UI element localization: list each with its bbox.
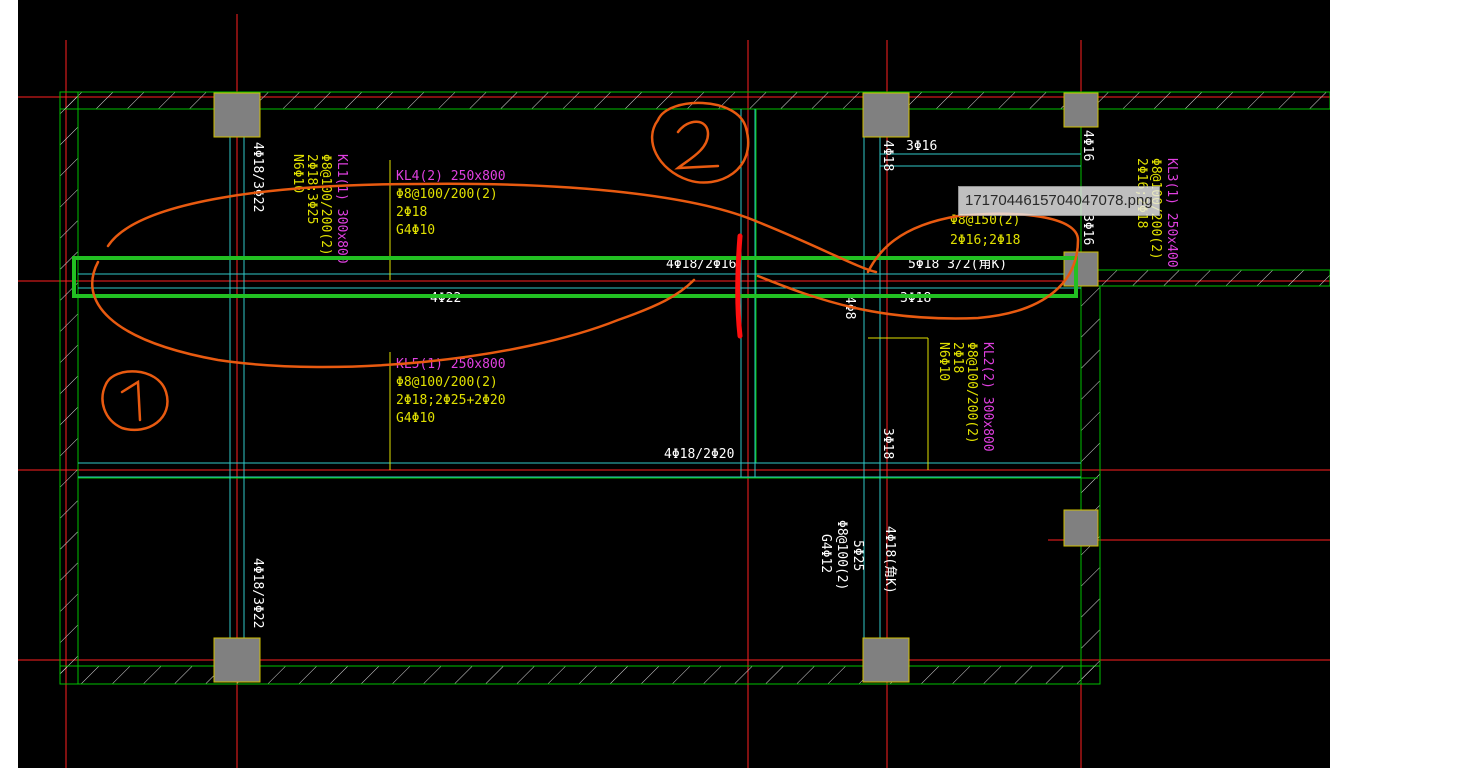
bottom-vert: 4Φ18(角K) [882,526,897,594]
kl2-name: KL2(2) 300x800 [980,342,995,452]
filename-tooltip: 1717044615704047078.png [958,186,1160,216]
column [213,637,261,683]
column [862,637,910,683]
kl5-stirrup: Φ8@100/200(2) [396,375,498,390]
lower-beam-bottom: 4Φ18/2Φ20 [664,447,734,462]
kl1-top: 2Φ18;3Φ25 [304,154,319,224]
kl4-top: 2Φ18 [396,205,427,220]
structural-plan-drawing: KL4(2) 250x800 Φ8@100/200(2) 2Φ18 G4Φ10 … [18,14,1330,768]
kl1-stirrup: Φ8@100/200(2) [318,154,333,256]
red-cut-mark [735,233,743,339]
beam-lines [78,109,1081,666]
bottom-beam-side: G4Φ12 [818,534,833,573]
kl1-name: KL1(1) 300x800 [334,154,349,264]
markup-digit-two [674,120,720,170]
kl2-stirrup: Φ8@100/200(2) [964,342,979,444]
column [213,92,261,138]
right-vert-top: 4Φ16 [1080,130,1095,161]
column [1063,92,1099,128]
markup-digit-one [120,379,142,422]
column [862,92,910,138]
bottom-beam-stirrup: Φ8@100(2) [834,520,849,590]
inner-green-lines [78,108,1098,479]
markup-circle-one [101,370,169,432]
axis-lines-horizontal [18,96,1330,661]
kl2-top: 2Φ18 [950,342,965,373]
beam-annotations: KL4(2) 250x800 Φ8@100/200(2) 2Φ18 G4Φ10 … [396,139,1020,462]
cad-drawing-canvas[interactable]: KL4(2) 250x800 Φ8@100/200(2) 2Φ18 G4Φ10 … [18,0,1330,768]
kl4-stirrup: Φ8@100/200(2) [396,187,498,202]
right-beam-bottom: 3Φ18 [900,291,931,306]
col-mid-lower: 3Φ18 [880,428,895,459]
bottom-beam-name: 5Φ25 [850,540,865,571]
l-top: 2Φ16;2Φ18 [950,233,1020,248]
kl5-side: G4Φ10 [396,411,435,426]
col-mid-top: 3Φ16 [906,139,937,154]
kl5-top: 2Φ18;2Φ25+2Φ20 [396,393,506,408]
col-lower-left: 4Φ18/3Φ22 [250,558,265,628]
kl4-side: G4Φ10 [396,223,435,238]
kl4-name: KL4(2) 250x800 [396,169,506,184]
kl3-name: KL3(1) 250x400 [1164,158,1179,268]
kl2-side: N6Φ10 [936,342,951,381]
right-vert-mid: 3Φ16 [1080,214,1095,245]
markup-loop-left-lower [90,260,696,369]
column [1063,509,1099,547]
markup-circle-two [650,101,750,184]
mid-beam-bottom: 4Φ22 [430,291,461,306]
col-upper-left: 4Φ18/3Φ22 [250,142,265,212]
col-mid-vert: 4Φ18 [880,140,895,171]
